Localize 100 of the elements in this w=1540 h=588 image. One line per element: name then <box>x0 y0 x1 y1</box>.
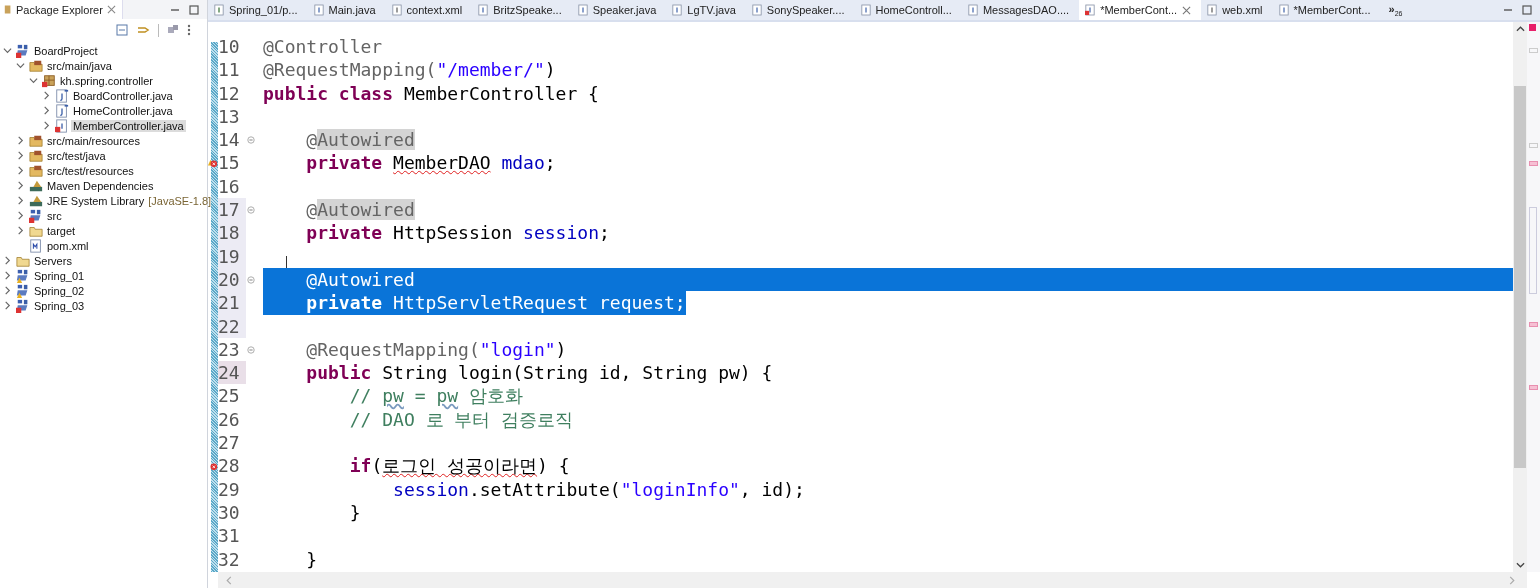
tree-item[interactable]: Spring_02 <box>32 284 87 297</box>
vertical-scrollbar[interactable] <box>1513 22 1527 572</box>
line-number: 31 <box>218 524 241 548</box>
editor-tab[interactable]: *MemberCont... <box>1079 0 1202 20</box>
chevron-down-icon[interactable] <box>16 61 25 70</box>
tree-item[interactable]: Maven Dependencies <box>45 179 156 192</box>
tree-item[interactable]: src/main/java <box>45 59 114 72</box>
scroll-down-icon[interactable] <box>1515 562 1525 568</box>
tree-item[interactable]: src <box>45 209 64 222</box>
scroll-up-icon[interactable] <box>1515 26 1525 32</box>
chevron-right-icon[interactable] <box>16 196 25 205</box>
project-icon <box>16 43 30 58</box>
project-icon <box>16 268 30 283</box>
project-icon <box>16 298 30 313</box>
close-icon[interactable] <box>1182 5 1192 15</box>
editor-tab[interactable]: HomeControll... <box>854 0 962 20</box>
view-menu-icon[interactable] <box>187 24 191 36</box>
xml-file-icon <box>391 4 402 16</box>
line-number: 11 <box>218 58 241 82</box>
editor-tab[interactable]: Speaker.java <box>571 0 667 20</box>
tree-item[interactable]: Servers <box>32 254 74 267</box>
xml-file-icon <box>1207 4 1218 16</box>
chevron-right-icon[interactable] <box>16 226 25 235</box>
chevron-down-icon[interactable] <box>29 76 38 85</box>
line-number: 30 <box>218 500 241 525</box>
scrollbar-thumb[interactable] <box>1514 86 1526 468</box>
line-number: 15 <box>218 151 241 175</box>
tree-item[interactable]: target <box>45 224 78 237</box>
tree-item[interactable]: HomeController.java <box>71 104 175 117</box>
code-line: } <box>348 500 361 525</box>
editor-tab[interactable]: LgTV.java <box>666 0 746 20</box>
java-file-icon <box>1278 4 1289 16</box>
chevron-right-icon[interactable] <box>16 151 25 160</box>
editor-tab[interactable]: context.xml <box>385 0 473 20</box>
tree-item[interactable]: Spring_03 <box>32 299 87 312</box>
tree-item[interactable]: pom.xml <box>45 239 91 252</box>
line-number: 24 <box>218 361 246 385</box>
project-icon <box>16 283 30 298</box>
code-line: @Autowired <box>305 198 415 222</box>
tree-item[interactable]: MemberController.java <box>71 119 186 132</box>
editor-tab[interactable]: MessagesDAO.... <box>961 0 1080 20</box>
tree-item[interactable]: src/test/java <box>45 149 108 162</box>
editor-tab[interactable]: web.xml <box>1201 0 1273 20</box>
chevron-right-icon[interactable] <box>3 256 12 265</box>
editor-tab[interactable]: *MemberCont... <box>1272 0 1381 20</box>
maximize-icon[interactable] <box>189 4 199 15</box>
chevron-right-icon[interactable] <box>16 136 25 145</box>
line-number: 16 <box>218 174 241 199</box>
tree-item[interactable]: src/main/resources <box>45 134 142 147</box>
chevron-right-icon[interactable] <box>16 211 25 220</box>
code-line: @Autowired <box>305 128 415 152</box>
chevron-right-icon[interactable] <box>3 301 12 310</box>
tree-item[interactable]: BoardController.java <box>71 89 175 102</box>
chevron-right-icon[interactable] <box>42 106 51 115</box>
java-file-icon <box>55 88 69 103</box>
close-icon[interactable] <box>106 5 116 14</box>
tree-item[interactable]: src/test/resources <box>45 164 136 177</box>
line-number: 19 <box>218 244 246 268</box>
library-icon <box>29 178 43 193</box>
chevron-right-icon[interactable] <box>42 121 51 130</box>
tree-item[interactable]: kh.spring.controller <box>58 74 155 87</box>
code-line: private MemberDAO mdao; <box>305 151 556 175</box>
line-number: 32 <box>218 547 241 571</box>
line-number: 14 <box>218 128 241 152</box>
editor-tab[interactable]: Spring_01/p... <box>208 0 308 20</box>
chevron-right-icon[interactable] <box>3 271 12 280</box>
chevron-right-icon[interactable] <box>16 181 25 190</box>
java-file-icon <box>751 4 762 16</box>
line-number: 10 <box>218 35 241 59</box>
chevron-right-icon[interactable] <box>42 91 51 100</box>
project-icon <box>29 208 43 223</box>
chevron-right-icon[interactable] <box>3 286 12 295</box>
chevron-down-icon[interactable] <box>3 46 12 55</box>
view-tab[interactable]: Package Explorer <box>0 0 123 19</box>
line-number: 27 <box>218 431 241 455</box>
chevron-right-icon[interactable] <box>16 166 25 175</box>
editor-tab[interactable]: BritzSpeake... <box>472 0 572 20</box>
maximize-icon[interactable] <box>1522 5 1532 15</box>
java-file-error-icon <box>55 118 69 133</box>
tree-item[interactable]: JRE System Library <box>45 194 147 207</box>
java-file-icon <box>860 4 871 16</box>
text-cursor-icon <box>286 256 287 268</box>
editor-tab[interactable]: Main.java <box>307 0 386 20</box>
link-icon[interactable] <box>136 24 150 36</box>
java-file-icon <box>478 4 489 16</box>
tree-item[interactable]: BoardProject <box>32 44 100 57</box>
code-line: // pw = pw 암호화 <box>348 384 523 408</box>
tree-item[interactable]: Spring_01 <box>32 269 87 282</box>
line-number: 18 <box>218 221 246 245</box>
collapse-all-icon[interactable] <box>116 24 128 36</box>
code-line: @RequestMapping("/member/") <box>263 58 556 82</box>
editor-tab[interactable]: SonySpeaker.... <box>745 0 855 20</box>
source-folder-icon <box>29 148 43 163</box>
code-line: public String login(String id, String pw) { <box>305 361 773 385</box>
package-icon <box>4 4 12 15</box>
line-number: 17 <box>218 198 246 222</box>
tab-overflow-button[interactable]: »$_{26}$ <box>1380 2 1411 18</box>
code-line: session.setAttribute("loginInfo", id); <box>392 477 805 501</box>
filter-icon[interactable] <box>167 24 179 36</box>
tree-item-decoration: [JavaSE-1.8] <box>148 194 212 207</box>
